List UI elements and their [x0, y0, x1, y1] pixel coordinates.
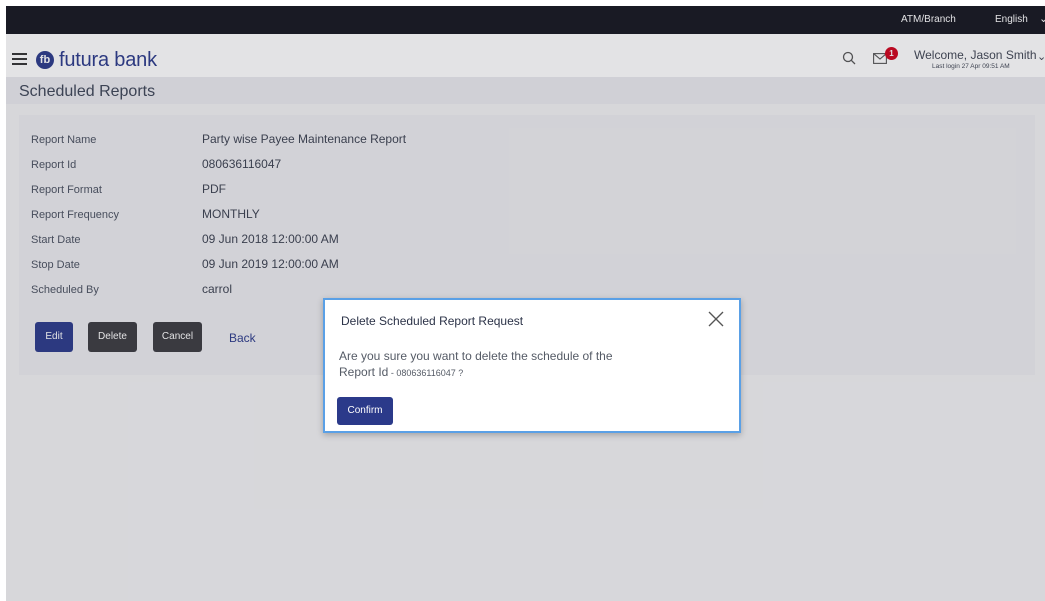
- report-id-label: Report Id: [339, 365, 389, 379]
- confirm-button[interactable]: Confirm: [337, 397, 393, 425]
- close-icon[interactable]: [707, 310, 725, 328]
- dialog-message-line2: Report Id - 080636116047 ?: [339, 365, 463, 379]
- app-frame: ATM/Branch English ⌄ fb futura bank 1 We…: [6, 6, 1045, 601]
- delete-confirmation-dialog: Delete Scheduled Report Request Are you …: [323, 298, 741, 433]
- report-id-value: - 080636116047 ?: [388, 368, 464, 378]
- dialog-message-line1: Are you sure you want to delete the sche…: [339, 349, 613, 363]
- dialog-title: Delete Scheduled Report Request: [341, 314, 524, 328]
